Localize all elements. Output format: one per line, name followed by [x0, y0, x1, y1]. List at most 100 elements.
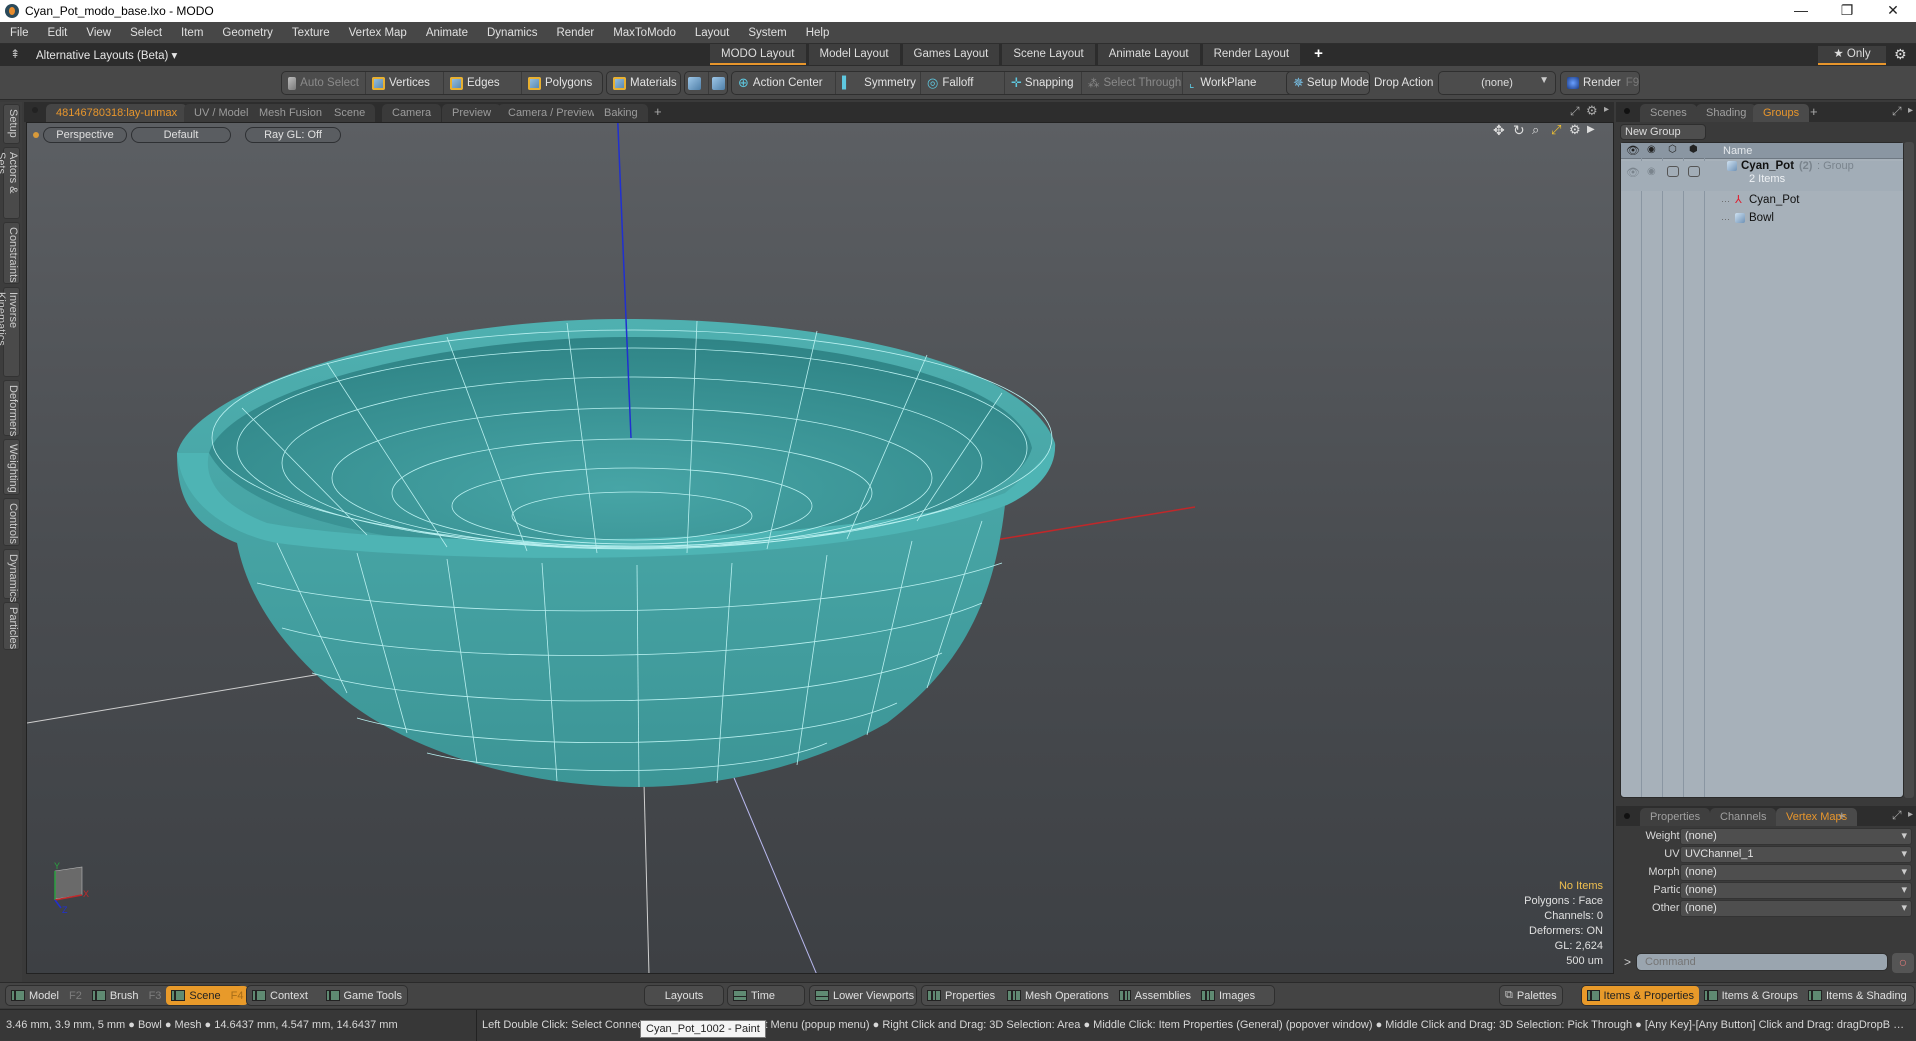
tab-deformers[interactable]: Deformers	[3, 380, 20, 436]
minimize-button[interactable]: —	[1778, 0, 1824, 22]
action-center-button[interactable]: ⊕ Action Center	[732, 72, 836, 94]
viewport-tab-preview[interactable]: Preview	[442, 104, 502, 122]
context-button[interactable]: Context	[247, 986, 321, 1005]
menu-system[interactable]: System	[738, 27, 795, 39]
tab-constraints[interactable]: Constraints	[3, 222, 20, 284]
menu-item[interactable]: Item	[171, 27, 212, 39]
collapse-arrow-icon[interactable]: ⇞	[10, 47, 20, 61]
auto-select-button[interactable]: Auto Select	[282, 72, 366, 94]
lock-column-icon[interactable]: ⬡	[1668, 144, 1677, 155]
maximize-icon[interactable]: ⤢	[1892, 808, 1902, 823]
visibility-eye-icon[interactable]: 👁	[1626, 166, 1640, 179]
layout-tab-render[interactable]: Render Layout	[1202, 44, 1301, 65]
layout-tab-animate[interactable]: Animate Layout	[1097, 44, 1200, 65]
tab-weighting[interactable]: Weighting	[3, 439, 20, 495]
images-button[interactable]: Images	[1196, 986, 1260, 1005]
setup-mode-button[interactable]: ✵ Setup Mode	[1287, 72, 1375, 94]
3d-viewport[interactable]: Perspective Default Ray GL: Off ✥ ↻ ⌕ ⤢ …	[26, 122, 1614, 974]
tab-particles[interactable]: Particles	[3, 602, 20, 650]
arrow-right-icon[interactable]: ▸	[1908, 105, 1913, 116]
viewport-tab-uv-model[interactable]: UV / Model	[184, 104, 259, 122]
game-tools-button[interactable]: Game Tools	[321, 986, 408, 1005]
viewport-tab-baking[interactable]: Baking	[594, 104, 648, 122]
record-macro-icon[interactable]: ○	[1892, 953, 1914, 973]
menu-help[interactable]: Help	[796, 27, 839, 39]
groups-scrollbar[interactable]	[1904, 142, 1914, 798]
render-button[interactable]: Render F9	[1561, 72, 1645, 94]
items-shading-button[interactable]: Items & Shading	[1803, 986, 1912, 1005]
edges-button[interactable]: Edges	[444, 72, 522, 94]
only-favorites-toggle[interactable]: ★ Only	[1818, 46, 1886, 65]
layout-tab-games[interactable]: Games Layout	[902, 44, 1000, 65]
assemblies-button[interactable]: Assemblies	[1114, 986, 1196, 1005]
weight-map-select[interactable]: (none)	[1680, 828, 1912, 845]
select-toggle[interactable]	[1688, 166, 1700, 177]
palettes-button[interactable]: ⧉ Palettes	[1500, 986, 1562, 1005]
uv-map-select[interactable]: UVChannel_1	[1680, 846, 1912, 863]
layouts-button[interactable]: Layouts	[660, 986, 709, 1005]
add-viewport-tab-button[interactable]: +	[654, 104, 662, 119]
add-layout-button[interactable]: +	[1303, 44, 1334, 65]
menu-texture[interactable]: Texture	[282, 27, 339, 39]
tab-groups[interactable]: Groups	[1753, 104, 1810, 122]
viewport-tab-mesh-fusion[interactable]: Mesh Fusion	[249, 104, 332, 122]
add-tab-button[interactable]: +	[1810, 104, 1818, 119]
menu-layout[interactable]: Layout	[685, 27, 739, 39]
workplane-button[interactable]: ⌞ WorkPlane	[1183, 72, 1269, 94]
list-item[interactable]: ··· Bowl	[1621, 211, 1903, 227]
select-through-button[interactable]: ⁂ Select Through	[1082, 72, 1183, 94]
items-groups-button[interactable]: Items & Groups	[1699, 986, 1803, 1005]
mesh-operations-button[interactable]: Mesh Operations	[1002, 986, 1114, 1005]
brush-button[interactable]: Brush F3	[87, 986, 167, 1005]
drop-action-select[interactable]: (none) ▼	[1438, 71, 1556, 95]
command-input[interactable]	[1636, 953, 1888, 971]
visibility-column-icon[interactable]: 👁	[1626, 144, 1640, 157]
viewport-tab-camera[interactable]: Camera	[382, 104, 442, 122]
layout-tab-model[interactable]: Model Layout	[808, 44, 900, 65]
menu-maxtomodo[interactable]: MaxToModo	[603, 27, 685, 39]
time-button[interactable]: Time	[728, 986, 780, 1005]
symmetry-button[interactable]: ▌ Symmetry	[836, 72, 921, 94]
alternative-layouts-dropdown[interactable]: Alternative Layouts (Beta) ▾	[36, 48, 177, 62]
polygons-button[interactable]: Polygons	[522, 72, 602, 94]
scene-button[interactable]: Scene F4	[166, 986, 249, 1005]
menu-render[interactable]: Render	[546, 27, 603, 39]
properties-button[interactable]: Properties	[922, 986, 1002, 1005]
restore-button[interactable]: ❐	[1824, 0, 1870, 22]
tab-inverse-kinematics[interactable]: Inverse Kinematics	[0, 287, 20, 377]
viewport-tab-camera-preview[interactable]: Camera / Preview	[498, 104, 606, 122]
viewport-tab-lay-unmax[interactable]: 48146780318:lay-unmax	[46, 104, 188, 122]
layout-tab-scene[interactable]: Scene Layout	[1002, 44, 1095, 65]
tab-controls[interactable]: Controls	[3, 498, 20, 546]
layout-tab-modo[interactable]: MODO Layout	[710, 44, 806, 65]
menu-select[interactable]: Select	[120, 27, 171, 39]
menu-animate[interactable]: Animate	[416, 27, 477, 39]
arrow-right-icon[interactable]: ▸	[1604, 104, 1609, 115]
vertices-button[interactable]: Vertices	[366, 72, 444, 94]
gear-icon[interactable]: ⚙	[1894, 46, 1907, 63]
item-mode-button[interactable]	[685, 72, 709, 94]
menu-dynamics[interactable]: Dynamics	[477, 27, 546, 39]
snapping-button[interactable]: ✛ Snapping	[1005, 72, 1082, 94]
items-properties-button[interactable]: Items & Properties	[1582, 986, 1699, 1005]
add-tab-button[interactable]: +	[1838, 808, 1846, 823]
materials-button[interactable]: Materials	[607, 72, 683, 94]
tab-channels[interactable]: Channels	[1710, 808, 1777, 826]
menu-vertex-map[interactable]: Vertex Map	[339, 27, 416, 39]
lock-toggle[interactable]	[1667, 166, 1679, 177]
particle-map-select[interactable]: (none)	[1680, 882, 1912, 899]
tab-properties[interactable]: Properties	[1640, 808, 1711, 826]
pivot-mode-button[interactable]	[709, 72, 732, 94]
new-group-button[interactable]: New Group	[1620, 124, 1706, 140]
group-row[interactable]: 👁 ◉ Cyan_Pot (2) : Group 2 Items	[1621, 160, 1903, 191]
tab-shading[interactable]: Shading	[1696, 104, 1757, 122]
maximize-icon[interactable]: ⤢	[1892, 104, 1902, 119]
select-column-icon[interactable]: ⬢	[1689, 144, 1698, 155]
lower-viewports-button[interactable]: Lower Viewports	[810, 986, 919, 1005]
menu-file[interactable]: File	[0, 27, 38, 39]
close-button[interactable]: ✕	[1870, 0, 1916, 22]
morph-map-select[interactable]: (none)	[1680, 864, 1912, 881]
model-button[interactable]: Model F2	[6, 986, 87, 1005]
tab-actors-sets[interactable]: Actors & Sets	[0, 147, 20, 219]
list-item[interactable]: ··· ⅄ Cyan_Pot	[1621, 193, 1903, 209]
